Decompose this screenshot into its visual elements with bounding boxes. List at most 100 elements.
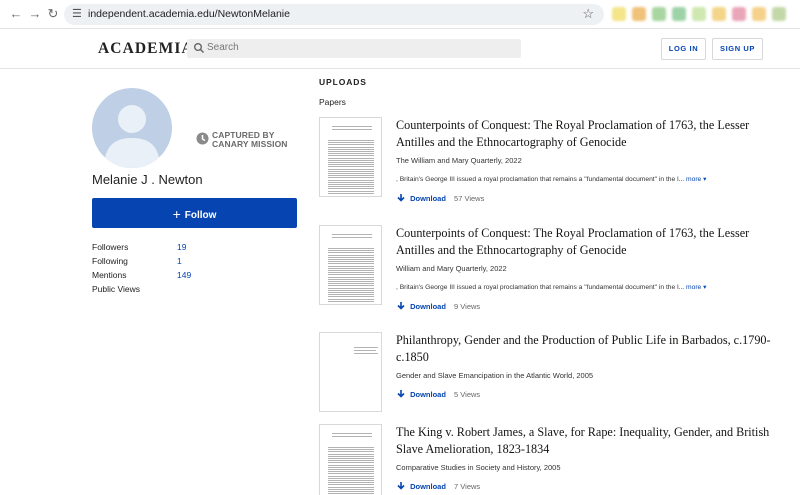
thumbnail-text-line xyxy=(328,144,374,146)
thumbnail-text-line xyxy=(328,469,374,470)
thumbnail-text-line xyxy=(328,300,374,302)
download-link[interactable]: Download xyxy=(410,482,446,491)
paper-thumbnail[interactable] xyxy=(319,424,382,495)
extension-icon[interactable] xyxy=(692,7,706,21)
paper-title[interactable]: Counterpoints of Conquest: The Royal Pro… xyxy=(396,117,776,151)
log-in-button[interactable]: LOG IN xyxy=(661,38,706,60)
paper-thumbnail[interactable] xyxy=(319,117,382,197)
thumbnail-text-line xyxy=(328,289,374,291)
thumbnail-text-line xyxy=(328,453,374,455)
thumbnail-text-line xyxy=(328,480,374,481)
extension-icon[interactable] xyxy=(612,7,626,21)
stat-value[interactable]: 149 xyxy=(177,270,191,280)
view-count: 9 Views xyxy=(454,302,481,311)
thumbnail-text-line xyxy=(328,449,374,451)
watermark-line-2: CANARY MISSION xyxy=(212,139,288,149)
download-icon[interactable] xyxy=(396,481,406,491)
thumbnail-text-line xyxy=(328,292,374,293)
thumbnail-text-line xyxy=(328,162,374,163)
thumbnail-text-line xyxy=(328,146,374,148)
thumbnail-text-line xyxy=(328,159,374,161)
extension-icon[interactable] xyxy=(772,7,786,21)
thumbnail-text-line xyxy=(328,270,374,271)
thumbnail-text-line xyxy=(328,151,374,152)
stat-label: Public Views xyxy=(92,284,141,294)
thumbnail-text-line xyxy=(328,473,374,475)
thumbnail-text-line xyxy=(328,287,374,289)
thumbnail-text-line xyxy=(328,283,374,285)
academia-logo[interactable]: ACADEMIA xyxy=(98,40,194,58)
thumbnail-text-line xyxy=(328,173,374,174)
paper-thumbnail[interactable] xyxy=(319,332,382,412)
thumbnail-text-line xyxy=(328,265,374,267)
thumbnail-text-line xyxy=(354,347,378,348)
paper-abstract: , Britain's George III issued a royal pr… xyxy=(396,175,707,183)
stat-public-views: Public Views xyxy=(92,284,252,298)
download-icon[interactable] xyxy=(396,193,406,203)
thumbnail-text-line xyxy=(328,170,374,172)
paper-venue: William and Mary Quarterly, 2022 xyxy=(396,264,507,273)
download-icon[interactable] xyxy=(396,389,406,399)
paper-actions: Download 57 Views xyxy=(396,193,484,203)
sign-up-button[interactable]: SIGN UP xyxy=(712,38,763,60)
uploads-heading: UPLOADS xyxy=(319,77,367,87)
thumbnail-text-line xyxy=(328,142,374,144)
stat-label: Following xyxy=(92,256,128,266)
canary-mission-watermark: CAPTURED BY CANARY MISSION xyxy=(196,130,296,150)
thumbnail-text-line xyxy=(328,188,374,190)
thumbnail-text-line xyxy=(328,179,374,181)
search-input[interactable]: Search xyxy=(187,39,521,58)
thumbnail-text-line xyxy=(328,281,374,282)
forward-icon[interactable]: → xyxy=(27,6,43,22)
paper-venue: The William and Mary Quarterly, 2022 xyxy=(396,156,522,165)
paper-actions: Download 5 Views xyxy=(396,389,480,399)
address-bar[interactable]: ☰ independent.academia.edu/NewtonMelanie… xyxy=(64,4,604,25)
extension-icon[interactable] xyxy=(752,7,766,21)
thumbnail-text-line xyxy=(328,181,374,183)
extension-icon[interactable] xyxy=(652,7,666,21)
extension-icon[interactable] xyxy=(732,7,746,21)
paper-title[interactable]: Counterpoints of Conquest: The Royal Pro… xyxy=(396,225,776,259)
more-link[interactable]: more ▾ xyxy=(686,176,706,183)
thumbnail-text-line xyxy=(328,493,374,495)
extension-icon[interactable] xyxy=(672,7,686,21)
view-count: 7 Views xyxy=(454,482,481,491)
thumbnail-text-line xyxy=(328,168,374,170)
follow-button[interactable]: + Follow xyxy=(92,198,297,228)
paper-actions: Download 7 Views xyxy=(396,481,480,491)
avatar xyxy=(92,88,172,168)
thumbnail-text-line xyxy=(328,192,374,194)
stat-value[interactable]: 1 xyxy=(177,256,182,266)
extension-icon[interactable] xyxy=(632,7,646,21)
download-link[interactable]: Download xyxy=(410,194,446,203)
default-avatar-icon xyxy=(104,105,160,168)
thumbnail-text-line xyxy=(328,276,374,278)
stat-followers[interactable]: Followers 19 xyxy=(92,242,252,256)
site-settings-icon[interactable]: ☰ xyxy=(72,7,82,20)
extension-icon[interactable] xyxy=(712,7,726,21)
stat-value[interactable]: 19 xyxy=(177,242,186,252)
paper-thumbnail[interactable] xyxy=(319,225,382,305)
thumbnail-text-line xyxy=(328,462,374,464)
thumbnail-text-line xyxy=(328,285,374,287)
thumbnail-text-line xyxy=(332,129,372,130)
abstract-text: , Britain's George III issued a royal pr… xyxy=(396,284,685,291)
site-header: ACADEMIA Search LOG IN SIGN UP xyxy=(0,29,800,69)
thumbnail-text-line xyxy=(328,177,374,179)
download-link[interactable]: Download xyxy=(410,302,446,311)
browser-toolbar: ← → ↻ ☰ independent.academia.edu/NewtonM… xyxy=(0,0,800,29)
thumbnail-text-line xyxy=(354,353,378,354)
stat-mentions[interactable]: Mentions 149 xyxy=(92,270,252,284)
back-icon[interactable]: ← xyxy=(8,6,24,22)
reload-icon[interactable]: ↻ xyxy=(45,6,61,22)
paper-title[interactable]: The King v. Robert James, a Slave, for R… xyxy=(396,424,776,458)
stat-following[interactable]: Following 1 xyxy=(92,256,252,270)
more-link[interactable]: more ▾ xyxy=(686,284,706,291)
download-icon[interactable] xyxy=(396,301,406,311)
thumbnail-text-line xyxy=(328,278,374,280)
thumbnail-text-line xyxy=(328,294,374,296)
download-link[interactable]: Download xyxy=(410,390,446,399)
thumbnail-text-line xyxy=(328,486,374,488)
paper-title[interactable]: Philanthropy, Gender and the Production … xyxy=(396,332,776,366)
bookmark-star-icon[interactable]: ☆ xyxy=(582,6,594,22)
